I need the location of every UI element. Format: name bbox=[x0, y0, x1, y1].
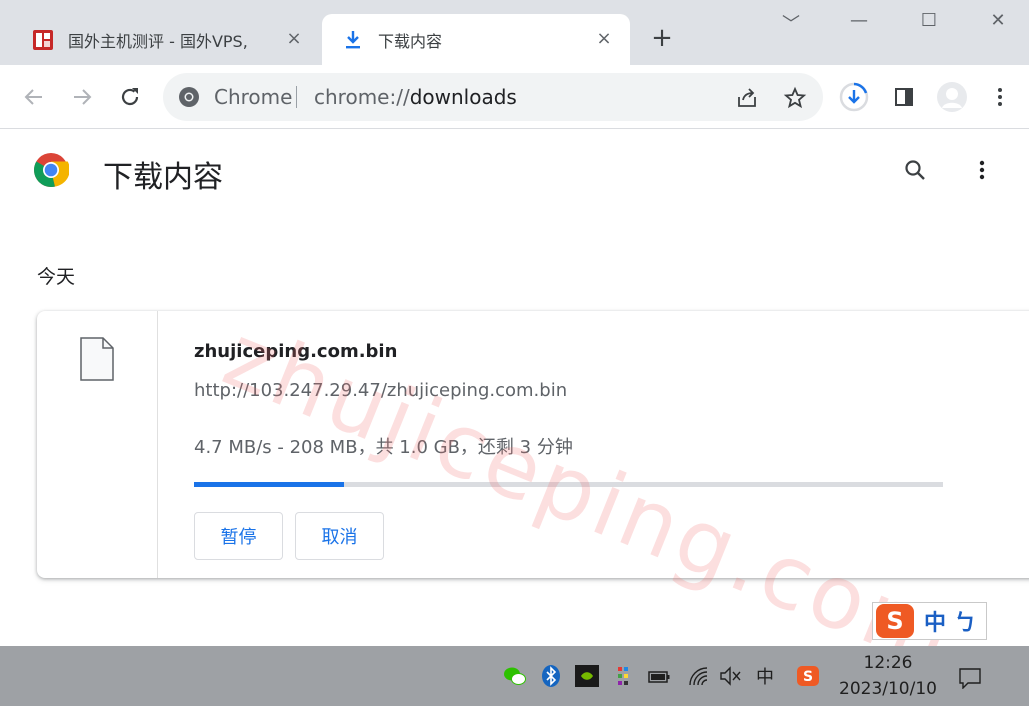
color-app-icon[interactable] bbox=[611, 664, 635, 688]
svg-text:S: S bbox=[803, 669, 813, 685]
site-logo-icon bbox=[32, 29, 54, 51]
clock-time: 12:26 bbox=[863, 653, 913, 673]
tab-search-button[interactable]: ﹀ bbox=[776, 10, 806, 36]
close-window-button[interactable]: ✕ bbox=[983, 10, 1013, 31]
tab-strip: 国外主机测评 - 国外VPS, × 下载内容 × + ﹀ — ☐ ✕ bbox=[0, 0, 1029, 65]
toolbar: Chrome chrome://downloads bbox=[0, 65, 1029, 129]
chrome-page-icon bbox=[177, 85, 201, 109]
ime-punctuation-toggle[interactable]: ㄅ bbox=[954, 605, 976, 637]
notification-icon[interactable] bbox=[958, 666, 982, 690]
search-icon bbox=[905, 160, 925, 180]
side-panel-icon bbox=[895, 88, 913, 106]
sogou-logo-icon: S bbox=[876, 604, 914, 638]
download-source-url[interactable]: http://103.247.29.47/zhujiceping.com.bin bbox=[194, 380, 567, 401]
tab-downloads[interactable]: 下载内容 × bbox=[322, 14, 630, 65]
clock-date: 2023/10/10 bbox=[839, 679, 937, 699]
downloads-header: 下载内容 bbox=[0, 130, 1029, 216]
new-tab-button[interactable]: + bbox=[650, 25, 674, 51]
forward-arrow-icon bbox=[74, 89, 92, 105]
downloads-menu-button[interactable] bbox=[968, 156, 996, 184]
date-group-label: 今天 bbox=[37, 266, 76, 288]
download-progress-icon bbox=[839, 82, 869, 112]
tab-zhujiceping[interactable]: 国外主机测评 - 国外VPS, × bbox=[14, 14, 320, 65]
downloads-button[interactable] bbox=[838, 81, 870, 113]
more-vert-icon bbox=[979, 160, 985, 180]
download-progress-fill bbox=[194, 482, 344, 487]
battery-icon[interactable] bbox=[647, 664, 671, 688]
tab-close-button[interactable]: × bbox=[284, 28, 304, 49]
wechat-icon[interactable] bbox=[503, 664, 527, 688]
cancel-button[interactable]: 取消 bbox=[295, 512, 384, 560]
taskbar-clock[interactable]: 12:26 2023/10/10 bbox=[838, 650, 938, 702]
volume-muted-icon[interactable] bbox=[719, 664, 743, 688]
download-progress-bar bbox=[194, 482, 943, 487]
profile-avatar-button[interactable] bbox=[936, 81, 968, 113]
ime-language-toggle[interactable]: 中 bbox=[924, 605, 946, 637]
avatar-icon bbox=[937, 82, 967, 112]
reload-button[interactable] bbox=[116, 83, 144, 111]
url-text[interactable]: chrome://downloads bbox=[314, 85, 517, 109]
chrome-menu-button[interactable] bbox=[984, 81, 1016, 113]
download-status: 4.7 MB/s - 208 MB，共 1.0 GB，还剩 3 分钟 bbox=[194, 437, 573, 458]
file-icon bbox=[79, 337, 115, 381]
maximize-button[interactable]: ☐ bbox=[914, 10, 944, 31]
tab-close-button[interactable]: × bbox=[594, 28, 614, 49]
site-chip[interactable]: Chrome bbox=[214, 85, 292, 109]
download-item-card: zhujiceping.com.bin http://103.247.29.47… bbox=[37, 311, 1029, 578]
chrome-logo-icon bbox=[33, 152, 70, 188]
tab-title: 下载内容 bbox=[378, 31, 443, 51]
file-icon-area bbox=[37, 311, 158, 578]
back-button[interactable] bbox=[20, 83, 48, 111]
sogou-tray-icon[interactable]: S bbox=[796, 664, 820, 688]
ime-toolbar[interactable]: S 中 ㄅ bbox=[872, 602, 987, 640]
forward-button[interactable] bbox=[68, 83, 96, 111]
search-downloads-button[interactable] bbox=[901, 156, 929, 184]
url-scheme: chrome:// bbox=[314, 85, 410, 109]
bookmark-star-icon[interactable] bbox=[782, 85, 808, 111]
minimize-button[interactable]: — bbox=[844, 10, 874, 31]
share-icon[interactable] bbox=[734, 85, 760, 111]
reload-icon bbox=[121, 88, 139, 106]
taskbar: 中 S 12:26 2023/10/10 bbox=[0, 646, 1029, 706]
bluetooth-icon[interactable] bbox=[539, 664, 563, 688]
ime-language-indicator[interactable]: 中 bbox=[753, 664, 777, 688]
more-vert-icon bbox=[998, 88, 1002, 106]
omnibox-divider bbox=[296, 86, 297, 108]
download-icon bbox=[342, 29, 364, 51]
page-title: 下载内容 bbox=[103, 160, 223, 195]
download-filename[interactable]: zhujiceping.com.bin bbox=[194, 341, 397, 362]
wifi-icon[interactable] bbox=[686, 664, 710, 688]
omnibox[interactable]: Chrome chrome://downloads bbox=[163, 73, 823, 121]
url-path: downloads bbox=[409, 85, 517, 109]
nvidia-icon[interactable] bbox=[575, 664, 599, 688]
side-panel-button[interactable] bbox=[888, 81, 920, 113]
back-arrow-icon bbox=[24, 89, 42, 105]
tab-title: 国外主机测评 - 国外VPS, bbox=[68, 31, 248, 51]
pause-button[interactable]: 暂停 bbox=[194, 512, 283, 560]
